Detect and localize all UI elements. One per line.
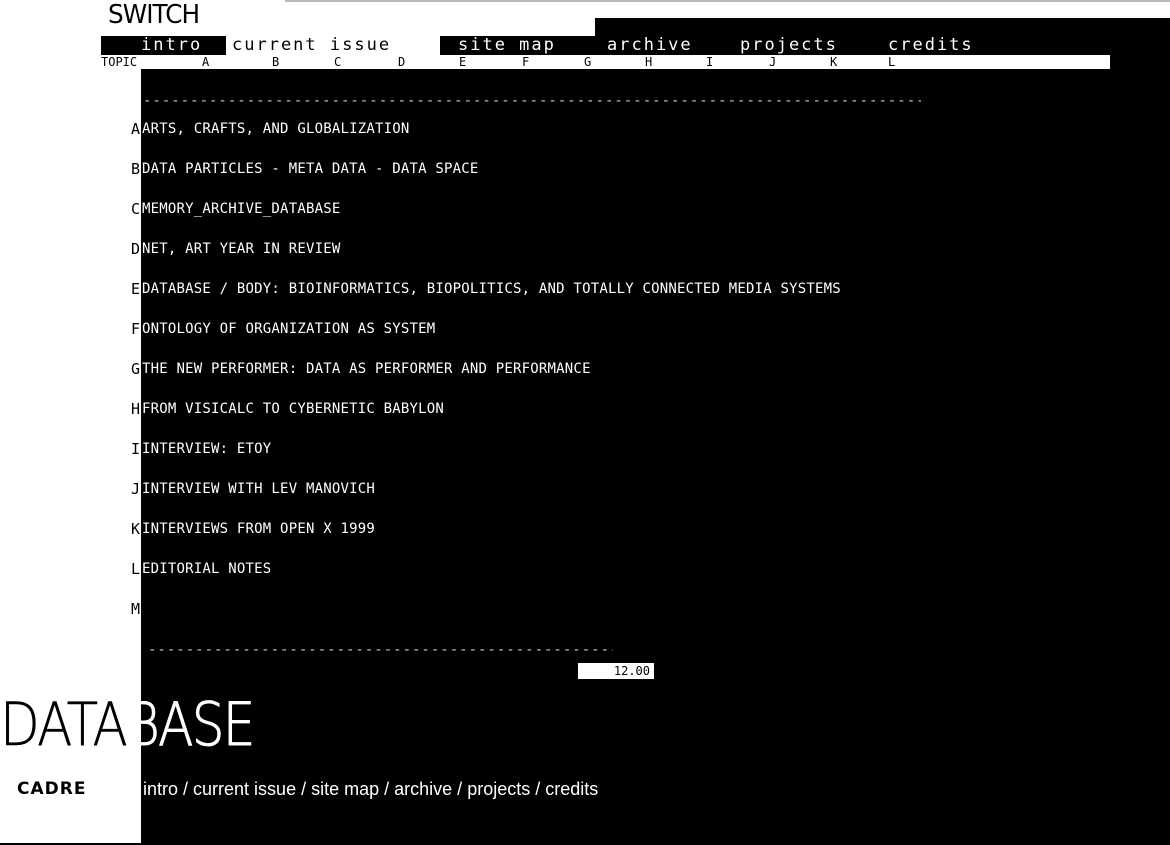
footer-link-projects[interactable]: projects xyxy=(467,779,530,799)
topic-letter-m: M xyxy=(130,600,140,618)
topic-title-c[interactable]: MEMORY_ARCHIVE_DATABASE xyxy=(142,201,340,217)
footer-separator: / xyxy=(296,779,312,799)
topic-title-f[interactable]: ONTOLOGY OF ORGANIZATION AS SYSTEM xyxy=(142,321,435,337)
nav-current-issue[interactable]: current issue xyxy=(226,36,440,55)
topic-title-b[interactable]: DATA PARTICLES - META DATA - DATA SPACE xyxy=(142,161,479,177)
topic-title-e[interactable]: DATABASE / BODY: BIOINFORMATICS, BIOPOLI… xyxy=(142,281,841,297)
topic-letter-i: I xyxy=(130,440,140,458)
topic-title-a[interactable]: ARTS, CRAFTS, AND GLOBALIZATION xyxy=(142,121,410,137)
topic-title-g[interactable]: THE NEW PERFORMER: DATA AS PERFORMER AND… xyxy=(142,361,591,377)
footer-link-intro[interactable]: intro xyxy=(143,779,178,799)
main-panel xyxy=(141,69,1170,845)
footer-separator: / xyxy=(452,779,468,799)
topic-link-h[interactable]: H xyxy=(645,56,652,69)
topic-link-a[interactable]: A xyxy=(202,56,209,69)
footer-link-site-map[interactable]: site map xyxy=(311,779,379,799)
nav-projects[interactable]: projects xyxy=(720,36,866,55)
top-rule xyxy=(285,0,1170,2)
nav-archive[interactable]: archive xyxy=(593,36,719,55)
footer-separator: / xyxy=(178,779,194,799)
bottom-divider: ----------------------------------------… xyxy=(148,645,613,658)
topic-letter-d: D xyxy=(130,240,140,258)
topic-title-d[interactable]: NET, ART YEAR IN REVIEW xyxy=(142,241,340,257)
topic-link-l[interactable]: L xyxy=(888,56,895,69)
header-block xyxy=(595,18,1170,36)
topic-link-i[interactable]: I xyxy=(706,56,713,69)
topic-letter-b: B xyxy=(130,160,140,178)
topic-letter-c: C xyxy=(130,200,140,218)
topic-letter-g: G xyxy=(130,360,140,378)
topic-link-b[interactable]: B xyxy=(272,56,279,69)
topic-letter-a: A xyxy=(130,120,140,138)
topic-letter-k: K xyxy=(130,520,140,538)
issue-title: DATABASE xyxy=(0,690,256,761)
topic-title-j[interactable]: INTERVIEW WITH LEV MANOVICH xyxy=(142,481,375,497)
site-logo[interactable]: SWITCH xyxy=(108,2,200,28)
topic-title-h[interactable]: FROM VISICALC TO CYBERNETIC BABYLON xyxy=(142,401,444,417)
nav-site-map[interactable]: site map xyxy=(448,36,589,55)
topic-link-c[interactable]: C xyxy=(334,56,341,69)
topic-letter-j: J xyxy=(130,480,140,498)
topic-title-i[interactable]: INTERVIEW: ETOY xyxy=(142,441,271,457)
top-divider: ----------------------------------------… xyxy=(143,96,921,109)
footer-separator: / xyxy=(379,779,395,799)
topic-letter-e: E xyxy=(130,280,140,298)
topic-link-j[interactable]: J xyxy=(769,56,776,69)
topic-title-k[interactable]: INTERVIEWS FROM OPEN X 1999 xyxy=(142,521,375,537)
footer-link-current-issue[interactable]: current issue xyxy=(193,779,296,799)
topic-letter-h: H xyxy=(130,400,140,418)
issue-title-light: BASE xyxy=(126,690,256,761)
footer-link-credits[interactable]: credits xyxy=(545,779,598,799)
topic-row xyxy=(101,56,1111,69)
topic-link-g[interactable]: G xyxy=(584,56,591,69)
issue-title-dark: DATA xyxy=(0,690,128,761)
topic-link-k[interactable]: K xyxy=(830,56,837,69)
nav-credits[interactable]: credits xyxy=(870,36,1020,55)
topic-title-l[interactable]: EDITORIAL NOTES xyxy=(142,561,271,577)
footer-separator: / xyxy=(530,779,546,799)
cadre-logo[interactable]: CADRE xyxy=(17,779,86,799)
topic-letter-l: L xyxy=(130,560,140,578)
topic-letter-f: F xyxy=(130,320,140,338)
topic-link-f[interactable]: F xyxy=(522,56,529,69)
nav-intro[interactable]: intro xyxy=(101,36,225,55)
topic-label: TOPIC xyxy=(101,55,138,69)
footer-nav: intro / current issue / site map / archi… xyxy=(143,779,598,799)
topic-link-d[interactable]: D xyxy=(398,56,405,69)
counter-display: 12.00 xyxy=(578,663,654,679)
footer-link-archive[interactable]: archive xyxy=(394,779,452,799)
topic-link-e[interactable]: E xyxy=(459,56,466,69)
